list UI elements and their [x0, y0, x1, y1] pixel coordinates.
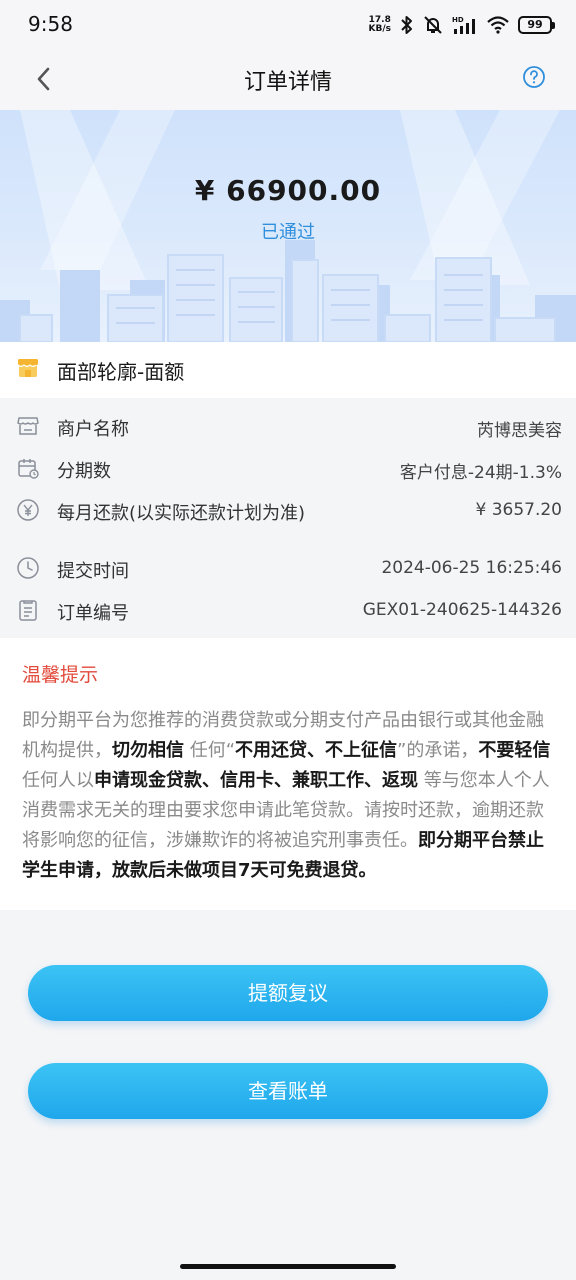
battery-icon: 99: [518, 16, 555, 34]
notice-title: 温馨提示: [22, 664, 99, 686]
status-bar: 9:58 17.8 KB/s HD 99: [0, 0, 576, 50]
question-circle-icon[interactable]: [522, 65, 546, 89]
order-label: 提交时间: [57, 561, 129, 582]
product-row: 面部轮廓-面额: [0, 342, 576, 398]
notice-emphasis: 不要轻信: [478, 740, 551, 761]
nav-bar: 订单详情: [0, 50, 576, 110]
amount-banner: ¥ 66900.00 已通过: [0, 110, 576, 342]
store-icon: [17, 417, 39, 435]
shop-icon: [17, 359, 38, 377]
detail-row-merchant: 商户名称 芮博思美容: [0, 406, 576, 446]
notice-text: ”的承诺，: [397, 740, 479, 761]
loan-details: 商户名称 芮博思美容 分期数 客户付息-24期-1.3% 每月还款(以实际还款计…: [0, 401, 576, 535]
detail-label: 分期数: [57, 461, 111, 482]
notice-text: 任何人以: [22, 770, 94, 791]
status-icons: 17.8 KB/s HD 99: [369, 14, 555, 36]
detail-label: 每月还款(以实际还款计划为准): [57, 503, 306, 524]
detail-value: 芮博思美容: [477, 421, 562, 441]
hd-signal-icon: HD: [452, 16, 475, 34]
notice-text: 任何“: [184, 740, 236, 761]
warm-reminder: 温馨提示 即分期平台为您推荐的消费贷款或分期支付产品由银行或其他金融机构提供，切…: [0, 638, 576, 910]
notice-emphasis: 不用还贷、不上征信: [235, 740, 398, 761]
limit-review-button[interactable]: 提额复议: [28, 965, 548, 1021]
detail-row-monthly-payment: 每月还款(以实际还款计划为准) ¥ 3657.20: [0, 490, 576, 530]
notice-emphasis: 申请现金贷款、信用卡、兼职工作、返现: [94, 770, 418, 791]
order-value: GEX01-240625-144326: [362, 600, 562, 620]
detail-value: 客户付息-24期-1.3%: [399, 463, 562, 483]
order-label: 订单编号: [57, 603, 129, 624]
status-time: 9:58: [28, 12, 73, 36]
approval-status: 已通过: [261, 222, 315, 243]
order-value: 2024-06-25 16:25:46: [381, 558, 562, 578]
product-name: 面部轮廓-面额: [57, 360, 185, 384]
loan-amount: ¥ 66900.00: [194, 174, 382, 207]
document-icon: [19, 600, 37, 621]
page-title: 订单详情: [243, 70, 332, 95]
view-bill-button[interactable]: 查看账单: [28, 1063, 548, 1119]
notice-body: 即分期平台为您推荐的消费贷款或分期支付产品由银行或其他金融机构提供，切勿相信 任…: [22, 706, 556, 886]
bluetooth-icon: [401, 16, 412, 34]
yen-circle-icon: [17, 499, 39, 521]
svg-text:HD: HD: [452, 16, 464, 24]
wifi-icon: [487, 16, 509, 34]
home-indicator[interactable]: [180, 1264, 396, 1269]
detail-label: 商户名称: [57, 419, 129, 440]
clock-icon: [17, 557, 39, 579]
detail-row-installments: 分期数 客户付息-24期-1.3%: [0, 448, 576, 488]
calendar-icon: [18, 459, 39, 479]
order-row-order-number: 订单编号 GEX01-240625-144326: [0, 590, 576, 630]
detail-value: ¥ 3657.20: [475, 500, 562, 520]
order-row-submit-time: 提交时间 2024-06-25 16:25:46: [0, 548, 576, 588]
notice-emphasis: 切勿相信: [112, 740, 184, 761]
mute-bell-icon: [424, 16, 442, 34]
net-speed-unit: KB/s: [368, 24, 391, 34]
order-info: 提交时间 2024-06-25 16:25:46 订单编号 GEX01-2406…: [0, 543, 576, 638]
net-speed: 17.8 KB/s: [369, 16, 391, 34]
